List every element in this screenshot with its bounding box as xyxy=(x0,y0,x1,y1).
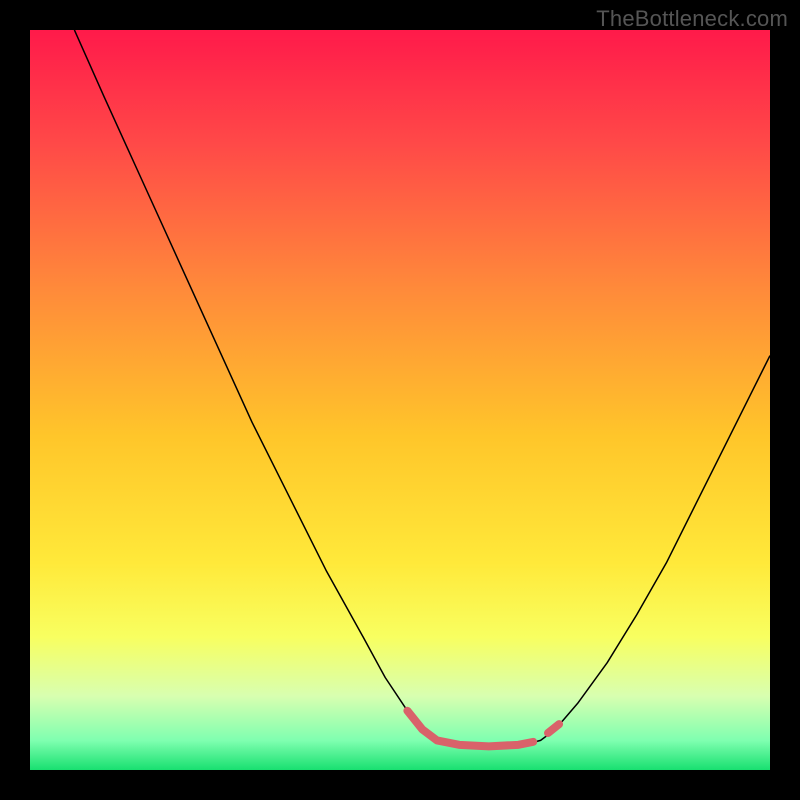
chart-plot-area xyxy=(30,30,770,770)
chart-background xyxy=(30,30,770,770)
chart-svg xyxy=(30,30,770,770)
watermark-text: TheBottleneck.com xyxy=(596,6,788,32)
